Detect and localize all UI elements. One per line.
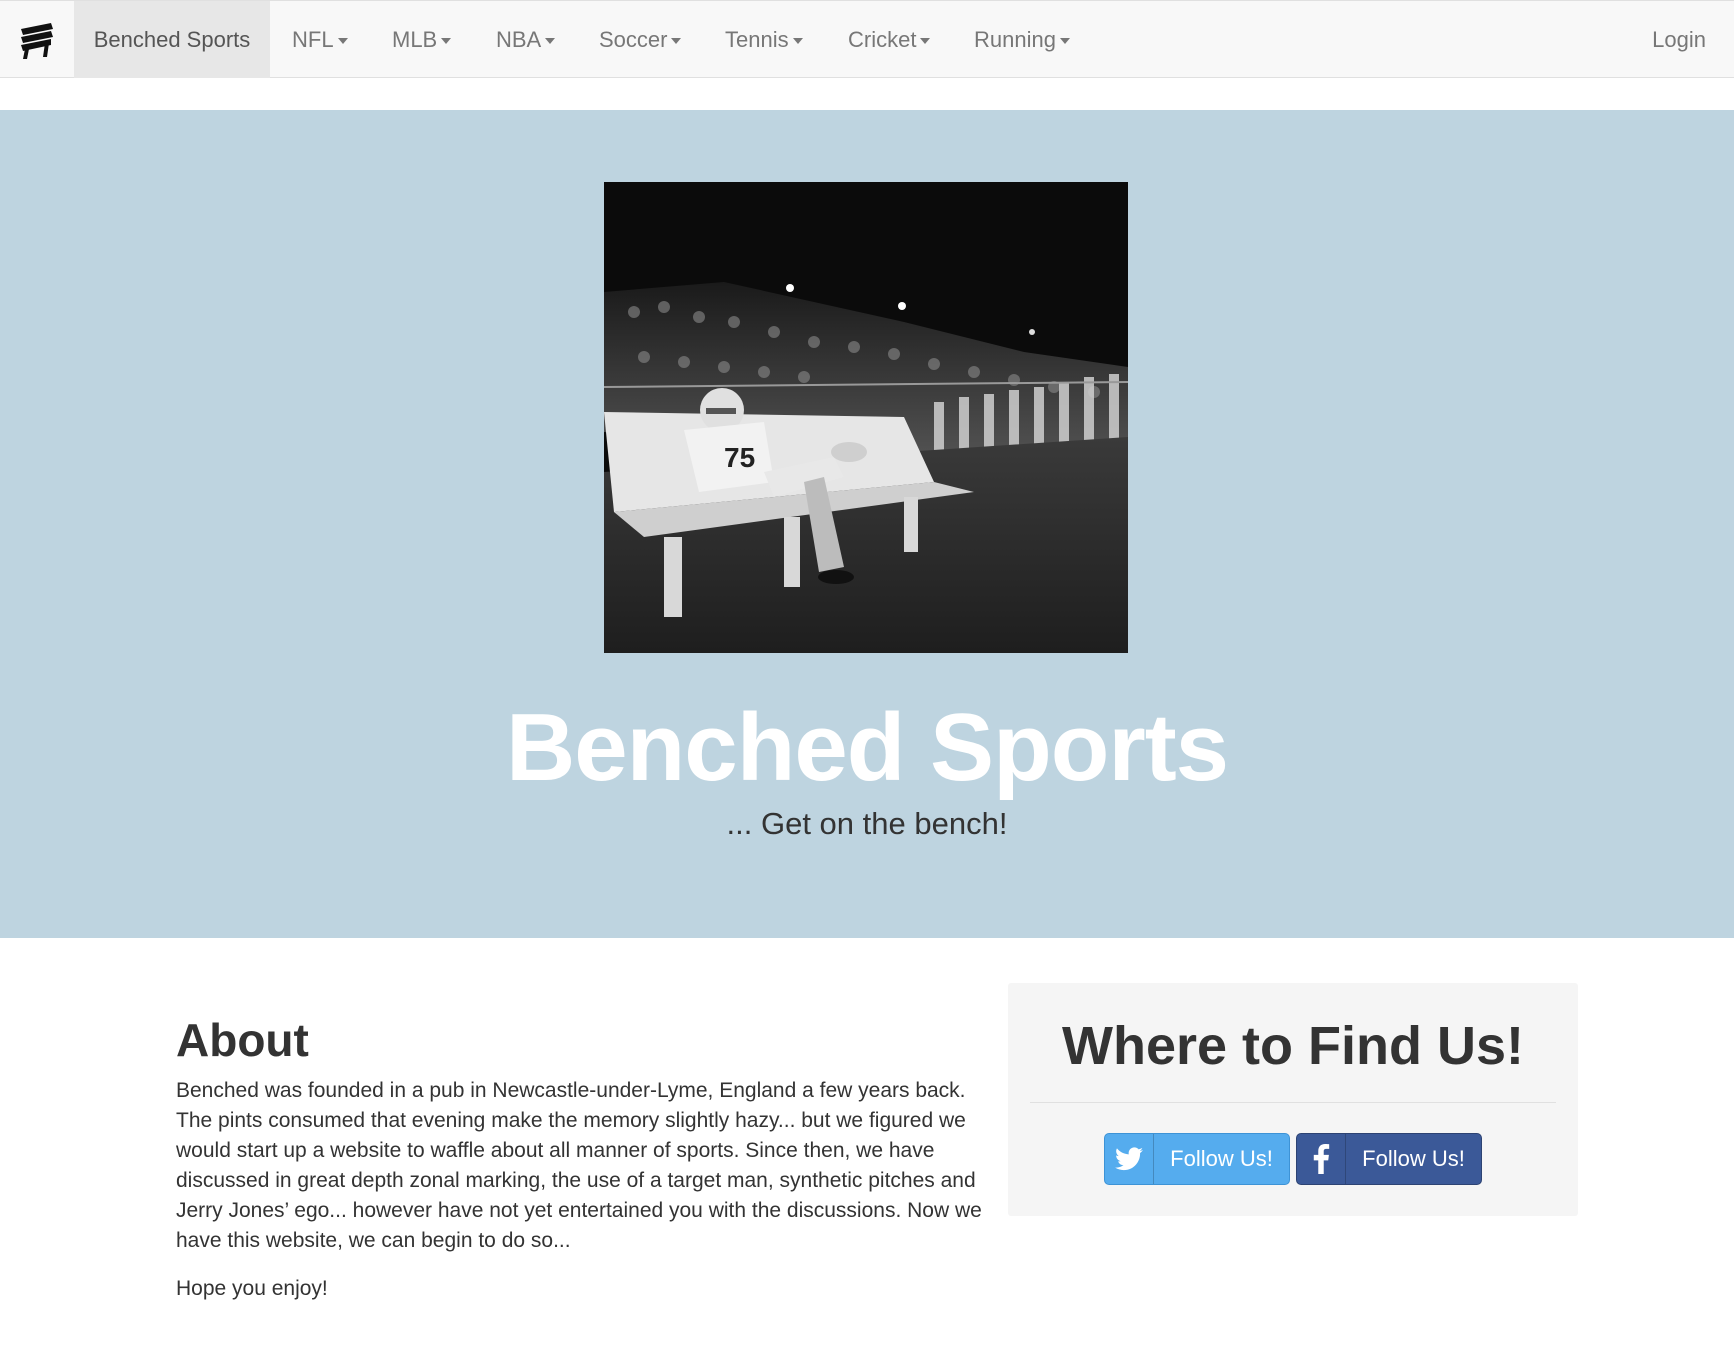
- nav-soccer-label: Soccer: [599, 26, 668, 52]
- facebook-follow-label: Follow Us!: [1362, 1146, 1465, 1171]
- hero-photo: 75: [604, 182, 1128, 653]
- hero-title: Benched Sports: [505, 694, 1229, 801]
- caret-down-icon: [545, 37, 556, 44]
- bench-icon[interactable]: [0, 1, 74, 78]
- nav-mlb-dropdown[interactable]: MLB: [392, 1, 452, 78]
- nav-mlb-label: MLB: [392, 26, 438, 52]
- caret-down-icon: [792, 37, 803, 44]
- caret-down-icon: [337, 37, 348, 44]
- about-closing: Hope you enjoy!: [176, 1277, 328, 1300]
- nav-nba-dropdown[interactable]: NBA: [496, 1, 556, 78]
- hero-jumbotron: 75 Benched Sports ... Get on the bench!: [0, 110, 1734, 938]
- nav-running-label: Running: [974, 26, 1056, 52]
- caret-down-icon: [1059, 37, 1070, 44]
- nav-nfl-label: NFL: [292, 26, 334, 52]
- find-us-panel: Where to Find Us! Follow Us! Follow Us!: [1008, 983, 1578, 1216]
- twitter-icon: [1105, 1134, 1154, 1184]
- nav-cricket-label: Cricket: [848, 26, 917, 52]
- nav-nfl-dropdown[interactable]: NFL: [292, 1, 348, 78]
- about-heading: About: [176, 1014, 309, 1066]
- facebook-icon: [1297, 1134, 1346, 1184]
- top-navbar: Benched Sports NFL MLB NBA Soccer Tennis…: [0, 0, 1734, 78]
- nav-tennis-dropdown[interactable]: Tennis: [725, 1, 803, 78]
- about-paragraph: Benched was founded in a pub in Newcastl…: [176, 1079, 982, 1252]
- nav-running-dropdown[interactable]: Running: [974, 1, 1070, 78]
- nav-soccer-dropdown[interactable]: Soccer: [599, 1, 682, 78]
- svg-text:75: 75: [724, 442, 755, 473]
- divider: [1030, 1102, 1556, 1103]
- twitter-follow-button[interactable]: Follow Us!: [1104, 1133, 1290, 1185]
- nav-tennis-label: Tennis: [725, 26, 789, 52]
- nav-nba-label: NBA: [496, 26, 542, 52]
- caret-down-icon: [671, 37, 682, 44]
- facebook-follow-button[interactable]: Follow Us!: [1296, 1133, 1482, 1185]
- find-us-heading: Where to Find Us!: [1062, 1016, 1524, 1076]
- nav-cricket-dropdown[interactable]: Cricket: [848, 1, 931, 78]
- hero-subtitle: ... Get on the bench!: [726, 806, 1008, 841]
- brand-link[interactable]: Benched Sports: [74, 1, 270, 78]
- caret-down-icon: [441, 37, 452, 44]
- football-player-on-bench-image: 75: [604, 182, 1128, 653]
- twitter-follow-label: Follow Us!: [1170, 1146, 1273, 1171]
- login-link[interactable]: Login: [1652, 1, 1706, 78]
- caret-down-icon: [920, 37, 931, 44]
